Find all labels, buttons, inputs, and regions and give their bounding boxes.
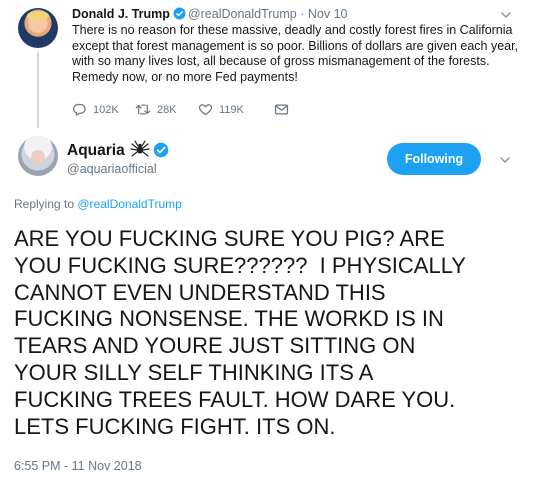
following-button[interactable]: Following: [387, 143, 481, 175]
main-tweet-text: ARE YOU FUCKING SURE YOU PIG? ARE YOU FU…: [14, 226, 466, 439]
parent-tweet-header: Donald J. Trump @realDonaldTrump · Nov 10: [72, 7, 347, 21]
verified-badge-icon: [153, 142, 169, 158]
retweet-count: 28K: [157, 103, 177, 116]
verified-badge-icon: [173, 7, 186, 20]
reply-icon: [73, 103, 86, 116]
retweet-icon: [135, 104, 151, 115]
main-handle[interactable]: @aquariaofficial: [67, 162, 157, 176]
reply-button[interactable]: 102K: [72, 102, 119, 117]
heart-icon: [198, 104, 213, 116]
parent-timestamp[interactable]: Nov 10: [308, 7, 348, 21]
thread-connector-line: [37, 52, 39, 128]
reply-count: 102K: [93, 103, 119, 116]
chevron-down-icon[interactable]: [498, 153, 512, 167]
chevron-down-icon[interactable]: [499, 8, 513, 22]
parent-tweet-text: There is no reason for these massive, de…: [72, 23, 519, 84]
like-button[interactable]: 119K: [198, 102, 244, 117]
parent-tweet: Donald J. Trump @realDonaldTrump · Nov 10…: [0, 0, 540, 128]
spider-emoji-icon: [130, 140, 150, 157]
header-separator: ·: [300, 7, 305, 21]
replying-to-label: Replying to: [14, 197, 78, 211]
direct-message-button[interactable]: [274, 102, 289, 117]
replying-to-mention[interactable]: @realDonaldTrump: [77, 197, 181, 211]
like-count: 119K: [219, 103, 244, 116]
parent-author-name[interactable]: Donald J. Trump: [72, 7, 170, 21]
replying-to-line: Replying to @realDonaldTrump: [14, 197, 182, 211]
envelope-icon: [274, 104, 289, 115]
main-author-row: Aquaria: [67, 140, 169, 160]
main-author-name[interactable]: Aquaria: [67, 142, 125, 159]
main-tweet-timestamp[interactable]: 6:55 PM - 11 Nov 2018: [14, 459, 142, 473]
retweet-button[interactable]: 28K: [135, 102, 177, 117]
main-avatar[interactable]: [18, 136, 58, 176]
parent-handle[interactable]: @realDonaldTrump: [188, 7, 297, 21]
parent-avatar[interactable]: [18, 8, 58, 48]
